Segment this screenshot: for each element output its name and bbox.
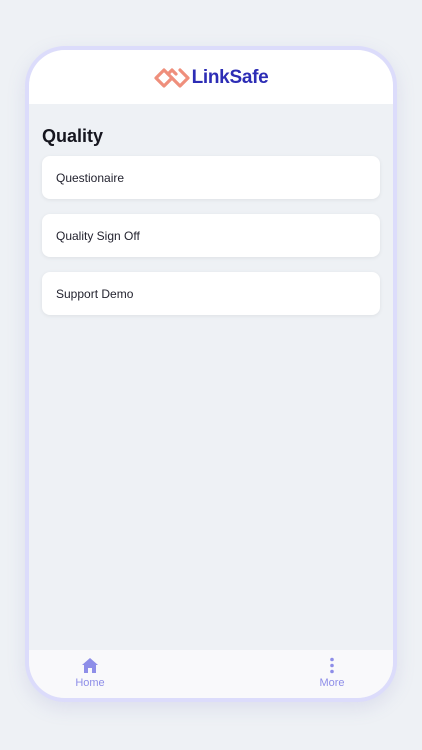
brand-name: LinkSafe <box>191 67 269 88</box>
page-title: Quality <box>42 126 104 146</box>
brand-logo: LinkSafe <box>153 67 269 89</box>
bottom-navigation: Home More <box>29 650 393 698</box>
menu-item-label: Support Demo <box>56 286 134 301</box>
app-header: LinkSafe <box>29 50 393 104</box>
menu-item-label: Questionaire <box>56 170 125 185</box>
quality-menu-list: Questionaire Quality Sign Off Support De… <box>42 156 380 330</box>
nav-more-label: More <box>319 677 345 689</box>
phone-frame: LinkSafe Quality Questionaire Quality Si… <box>25 46 397 702</box>
more-vertical-icon <box>329 656 335 674</box>
nav-home-label: Home <box>75 677 105 689</box>
menu-item-questionaire[interactable]: Questionaire <box>42 156 380 199</box>
menu-item-label: Quality Sign Off <box>56 228 140 243</box>
nav-home-button[interactable]: Home <box>60 656 120 689</box>
chain-link-logo-icon <box>153 68 190 88</box>
home-icon <box>81 656 99 674</box>
menu-item-quality-sign-off[interactable]: Quality Sign Off <box>42 214 380 257</box>
nav-more-button[interactable]: More <box>302 656 362 689</box>
menu-item-support-demo[interactable]: Support Demo <box>42 272 380 315</box>
